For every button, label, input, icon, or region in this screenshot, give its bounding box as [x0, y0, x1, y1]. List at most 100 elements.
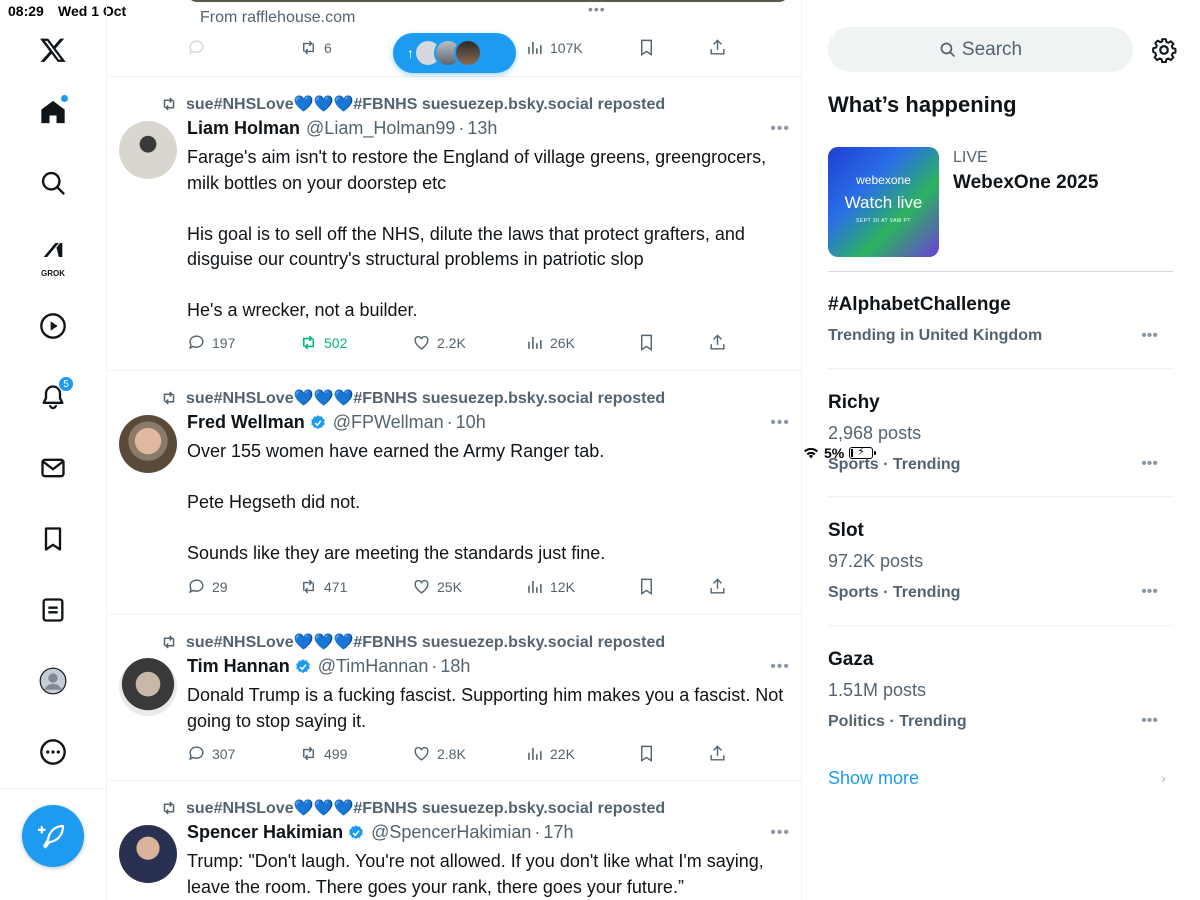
author-name[interactable]: Spencer Hakimian [187, 822, 343, 843]
like-button[interactable]: 2.8K [412, 744, 466, 763]
share-button[interactable] [708, 744, 727, 763]
tweet-time[interactable]: 10h [456, 412, 486, 433]
more-options-icon[interactable]: ••• [770, 824, 790, 842]
trend-more-icon[interactable]: ••• [1141, 712, 1158, 730]
reply-count: 197 [212, 334, 236, 351]
reply-button[interactable]: 197 [187, 333, 235, 352]
author-name[interactable]: Fred Wellman [187, 412, 305, 433]
views-button[interactable]: 22K [525, 744, 575, 763]
tweet-time[interactable]: 17h [543, 822, 573, 843]
reply-button[interactable]: 307 [187, 744, 235, 763]
video-icon[interactable] [30, 303, 76, 349]
search-icon [940, 42, 955, 57]
notifications-icon[interactable]: 5 [30, 374, 76, 420]
avatar[interactable] [119, 415, 177, 473]
share-button[interactable] [708, 333, 727, 352]
like-button[interactable]: 25K [412, 577, 462, 596]
views-button[interactable]: 26K [525, 333, 575, 352]
like-count: 25K [437, 578, 462, 595]
bookmarks-icon[interactable] [30, 516, 76, 562]
retweet-button[interactable]: 502 [299, 333, 347, 352]
trend-item[interactable]: Slot 97.2K posts Sports · Trending ••• [828, 498, 1173, 626]
lists-icon[interactable] [30, 587, 76, 633]
live-event-card[interactable]: webexone Watch live SEPT 30 AT 9AM PT LI… [828, 147, 1173, 272]
more-options-icon[interactable] [30, 729, 76, 775]
settings-gear-icon[interactable] [1151, 37, 1177, 63]
trend-category: Politics · Trending [828, 713, 967, 730]
author-handle[interactable]: @TimHannan [318, 656, 429, 677]
compose-post-button[interactable] [22, 805, 84, 867]
trend-category: Sports · Trending [828, 456, 961, 473]
more-options-icon[interactable]: ••• [770, 414, 790, 432]
author-handle[interactable]: @SpencerHakimian [371, 822, 531, 843]
new-posts-pill[interactable]: ↑ [393, 33, 516, 73]
repost-text: sue#NHSLove💙💙💙#FBNHS suesuezep.bsky.soci… [186, 96, 666, 113]
trend-item[interactable]: Richy 2,968 posts Sports · Trending ••• [828, 370, 1173, 497]
bookmark-button[interactable] [637, 38, 656, 57]
x-logo-icon[interactable] [30, 27, 76, 73]
tweet[interactable]: sue#NHSLove💙💙💙#FBNHS suesuezep.bsky.soci… [107, 782, 801, 900]
reply-icon [189, 40, 204, 55]
link-card-source[interactable]: From rafflehouse.com [200, 9, 355, 27]
tweet[interactable]: sue#NHSLove💙💙💙#FBNHS suesuezep.bsky.soci… [107, 372, 801, 615]
tweet[interactable]: sue#NHSLove💙💙💙#FBNHS suesuezep.bsky.soci… [107, 78, 801, 371]
author-handle[interactable]: @FPWellman [333, 412, 444, 433]
retweet-button[interactable]: 471 [299, 577, 347, 596]
search-icon[interactable] [30, 160, 76, 206]
trend-more-icon[interactable]: ••• [1141, 327, 1158, 345]
retweet-icon [303, 746, 314, 761]
tweet-time[interactable]: 18h [440, 656, 470, 677]
more-options-icon[interactable]: ••• [770, 658, 790, 676]
avatar[interactable] [119, 121, 177, 179]
like-button[interactable]: 2.2K [412, 333, 466, 352]
trend-item[interactable]: Gaza 1.51M posts Politics · Trending ••• [828, 627, 1173, 755]
profile-avatar-icon[interactable] [30, 658, 76, 704]
share-button[interactable] [708, 577, 727, 596]
trend-more-icon[interactable]: ••• [1141, 583, 1158, 601]
whats-happening-heading: What’s happening [828, 92, 1017, 117]
grok-label: GROK [41, 269, 65, 278]
search-placeholder: Search [961, 38, 1023, 60]
messages-icon[interactable] [30, 445, 76, 491]
reply-icon [189, 335, 204, 350]
tweet-time[interactable]: 13h [467, 118, 497, 139]
share-button[interactable] [708, 38, 727, 57]
retweet-button[interactable]: 6 [299, 38, 332, 57]
reply-count: 307 [212, 745, 236, 762]
grok-icon[interactable]: GROK [30, 232, 76, 278]
reply-button[interactable]: 29 [187, 577, 228, 596]
author-name[interactable]: Tim Hannan [187, 656, 290, 677]
views-button[interactable]: 107K [525, 38, 583, 57]
views-count: 26K [550, 334, 575, 351]
left-nav: GROK 5 [0, 0, 107, 900]
bookmark-button[interactable] [637, 333, 656, 352]
arrow-up-icon: ↑ [407, 45, 414, 61]
bookmark-button[interactable] [637, 577, 656, 596]
search-input[interactable]: Search [828, 27, 1133, 72]
bookmark-button[interactable] [637, 744, 656, 763]
avatar[interactable] [119, 658, 177, 716]
home-unread-dot [61, 95, 68, 102]
retweet-count: 499 [324, 745, 348, 762]
views-count: 107K [550, 39, 583, 56]
trend-category: Trending in United Kingdom [828, 327, 1043, 344]
avatar[interactable] [119, 825, 177, 883]
trend-item[interactable]: #AlphabetChallenge Trending in United Ki… [828, 285, 1173, 369]
trend-more-icon[interactable]: ••• [1141, 455, 1158, 473]
home-icon[interactable] [30, 89, 76, 135]
retweet-button[interactable]: 499 [299, 744, 347, 763]
views-button[interactable]: 12K [525, 577, 575, 596]
tweet-header: Liam Holman @Liam_Holman99 · 13h [187, 118, 497, 139]
bookmark-icon [641, 334, 652, 351]
retweet-count: 471 [324, 578, 348, 595]
live-event-thumbnail[interactable]: webexone Watch live SEPT 30 AT 9AM PT [828, 147, 939, 257]
reply-button[interactable] [187, 38, 206, 57]
timeline-feed: From rafflehouse.com 6 107K ↑ sue#NHSLov… [107, 0, 802, 900]
tweet[interactable]: sue#NHSLove💙💙💙#FBNHS suesuezep.bsky.soci… [107, 616, 801, 781]
show-more-link[interactable]: Show more [828, 768, 919, 789]
link-card-image[interactable] [187, 0, 789, 2]
retweet-icon [163, 801, 175, 815]
author-name[interactable]: Liam Holman [187, 118, 300, 139]
author-handle[interactable]: @Liam_Holman99 [306, 118, 455, 139]
more-options-icon[interactable]: ••• [770, 120, 790, 138]
